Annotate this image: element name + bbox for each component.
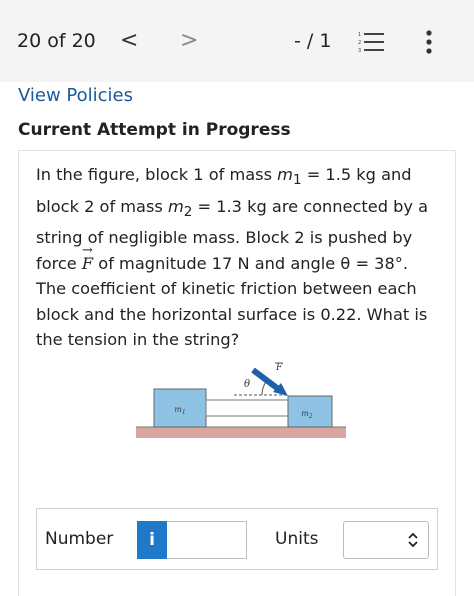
question-score: - / 1 (294, 30, 332, 52)
question-counter: 20 of 20 (17, 30, 96, 52)
block-2 (287, 395, 333, 428)
question-part-1: In the figure, block 1 of mass (36, 165, 278, 184)
info-button[interactable]: i (137, 521, 167, 559)
physics-figure: m1 m2 θ F (136, 362, 346, 438)
ground (136, 427, 346, 438)
m1-variable: m (277, 165, 293, 184)
number-input[interactable] (167, 521, 247, 559)
question-part-4: of magnitude 17 N and angle θ = 38°. The… (36, 253, 428, 350)
question-text: In the figure, block 1 of mass m1 = 1.5 … (36, 162, 442, 353)
number-label: Number (45, 529, 114, 549)
answer-row: Number i Units (36, 508, 438, 570)
string (205, 399, 289, 417)
section-title: Current Attempt in Progress (18, 120, 291, 140)
list-icon[interactable]: 1 2 3 (358, 31, 384, 53)
m2-variable: m (168, 196, 184, 216)
chevron-up-down-icon (408, 532, 418, 548)
svg-text:1: 1 (358, 32, 361, 38)
view-policies-link[interactable]: View Policies (18, 85, 133, 106)
previous-question-button[interactable]: < (120, 28, 138, 53)
m1-subscript: 1 (292, 172, 302, 189)
question-header: 20 of 20 < > - / 1 1 2 3 (0, 0, 474, 82)
more-vertical-icon[interactable] (424, 30, 434, 54)
force-vector: → F (81, 242, 94, 273)
units-label: Units (275, 529, 319, 549)
next-question-button[interactable]: > (180, 28, 198, 53)
svg-text:2: 2 (358, 40, 361, 46)
units-select[interactable] (343, 521, 429, 559)
svg-text:3: 3 (358, 48, 361, 53)
angle-label: θ (244, 379, 250, 390)
force-label: F (275, 363, 283, 373)
